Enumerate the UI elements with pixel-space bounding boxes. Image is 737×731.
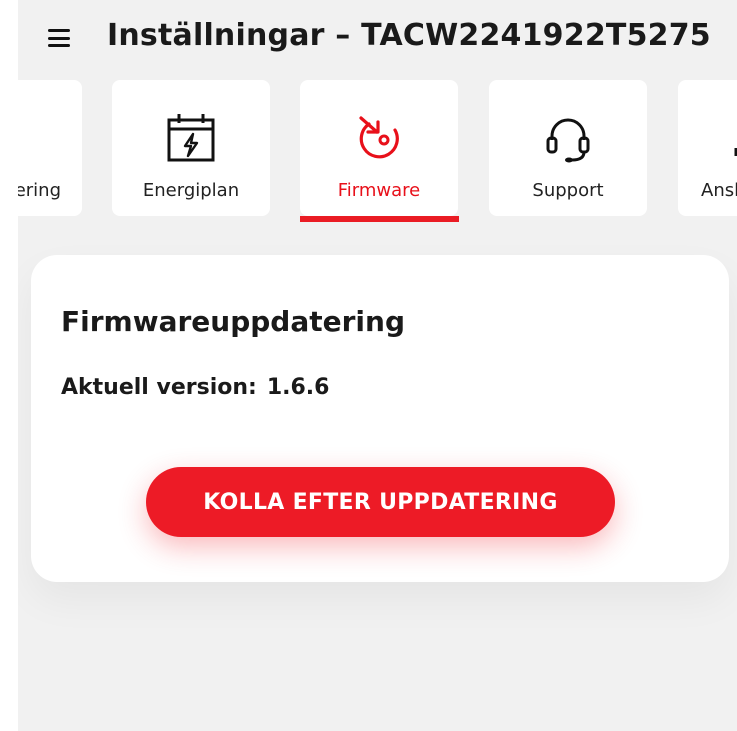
app-header: Inställningar – TACW2241922T5275: [18, 0, 737, 78]
firmware-update-icon: [359, 116, 399, 159]
tab-partial-right[interactable]: Ansl: [678, 80, 737, 216]
tab-label: Support: [532, 180, 604, 201]
check-for-update-button[interactable]: KOLLA EFTER UPPDATERING: [146, 467, 615, 537]
version-label: Aktuell version:: [61, 375, 257, 400]
tab-energiplan[interactable]: Energiplan: [112, 80, 270, 216]
card-title: Firmwareuppdatering: [61, 305, 405, 338]
settings-screen: Inställningar – TACW2241922T5275 ering E…: [18, 0, 737, 731]
firmware-card: Firmwareuppdatering Aktuell version: 1.6.…: [31, 255, 729, 582]
tab-label: Firmware: [337, 180, 421, 201]
settings-tab-bar: ering Energiplan Firmware Support Ansl: [18, 80, 737, 230]
calendar-bolt-icon: [167, 114, 215, 162]
tab-label: ering: [18, 180, 61, 201]
tab-partial-left[interactable]: ering: [18, 80, 82, 216]
version-value: 1.6.6: [266, 375, 330, 400]
tab-label: Energiplan: [142, 180, 240, 201]
tab-label: Ansl: [701, 180, 737, 201]
hamburger-menu-icon[interactable]: [48, 26, 74, 50]
tab-firmware[interactable]: Firmware: [300, 80, 458, 216]
left-margin: [0, 0, 18, 731]
current-version-row: Aktuell version: 1.6.6: [61, 375, 329, 400]
page-title: Inställningar – TACW2241922T5275: [107, 18, 711, 53]
active-tab-indicator: [300, 216, 459, 222]
partial-tab-icon: [734, 148, 737, 156]
tab-support[interactable]: Support: [489, 80, 647, 216]
headset-icon: [546, 118, 590, 163]
